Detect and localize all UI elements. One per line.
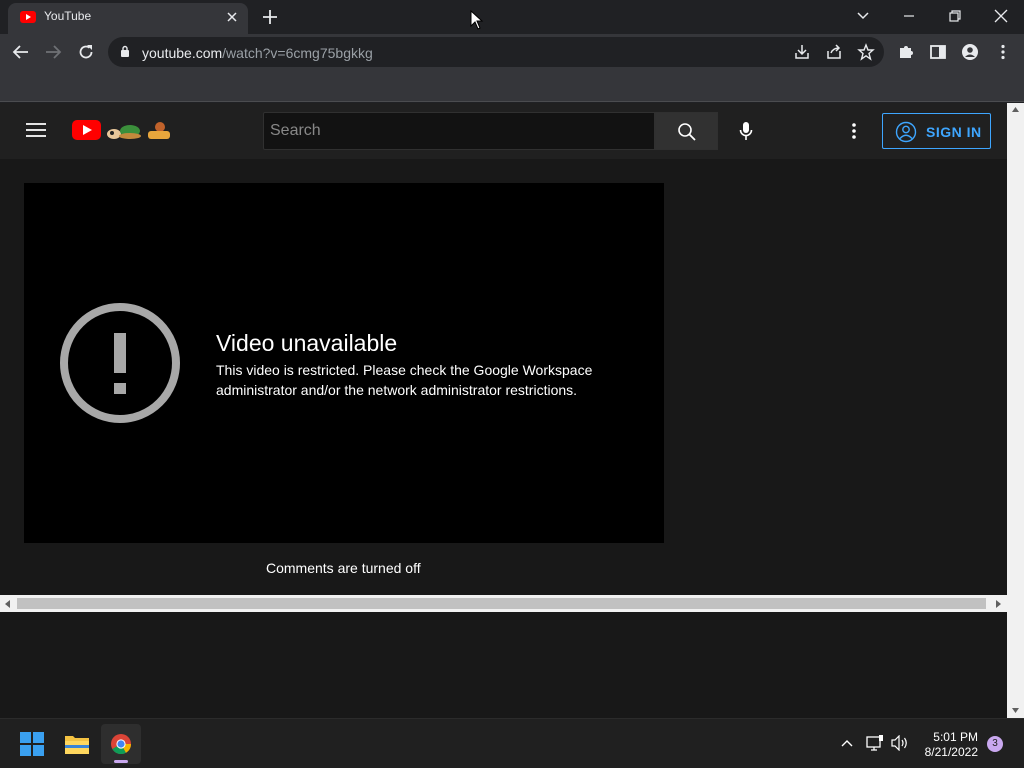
- forward-icon[interactable]: [44, 43, 62, 61]
- settings-more-icon[interactable]: [846, 122, 862, 140]
- vertical-scrollbar[interactable]: [1007, 103, 1024, 718]
- tab-title: YouTube: [44, 9, 92, 23]
- share-icon[interactable]: [825, 43, 843, 61]
- youtube-favicon-icon: [20, 11, 36, 23]
- file-explorer-icon[interactable]: [64, 733, 90, 755]
- youtube-doodle-logo[interactable]: [72, 119, 172, 141]
- search-icon: [678, 123, 696, 141]
- url-host: youtube.com: [142, 45, 223, 61]
- restore-icon[interactable]: [944, 5, 966, 27]
- new-tab-icon[interactable]: [261, 8, 279, 26]
- url-path: /watch?v=6cmg75bgkkg: [222, 45, 373, 61]
- search-button[interactable]: [655, 112, 718, 150]
- back-icon[interactable]: [12, 43, 30, 61]
- show-hidden-icons-icon[interactable]: [841, 738, 853, 748]
- volume-icon[interactable]: [891, 735, 909, 751]
- clock-time[interactable]: 5:01 PM: [922, 730, 978, 744]
- comments-status: Comments are turned off: [266, 560, 421, 576]
- error-alert-icon: [60, 303, 180, 423]
- sign-in-label: SIGN IN: [926, 124, 982, 140]
- tab-search-icon[interactable]: [852, 5, 874, 27]
- active-app-indicator: [114, 760, 128, 763]
- bookmark-star-icon[interactable]: [857, 43, 875, 61]
- minimize-icon[interactable]: [898, 5, 920, 27]
- close-window-icon[interactable]: [990, 5, 1012, 27]
- network-icon[interactable]: [866, 735, 884, 751]
- install-app-icon[interactable]: [793, 43, 811, 61]
- scroll-up-arrow-icon: [1012, 107, 1019, 112]
- chrome-icon: [111, 734, 132, 755]
- clock-date[interactable]: 8/21/2022: [918, 745, 978, 759]
- lock-icon[interactable]: [120, 45, 130, 58]
- scroll-down-arrow-icon: [1012, 708, 1019, 713]
- error-message: This video is restricted. Please check t…: [216, 362, 593, 398]
- side-panel-icon[interactable]: [929, 43, 947, 61]
- chrome-taskbar-button[interactable]: [101, 724, 141, 764]
- scroll-right-arrow-icon[interactable]: [994, 599, 1002, 609]
- mouse-cursor-icon: [470, 10, 484, 30]
- reload-icon[interactable]: [77, 43, 95, 61]
- search-input[interactable]: [263, 112, 655, 150]
- scroll-left-arrow-icon[interactable]: [4, 599, 12, 609]
- hamburger-menu-icon[interactable]: [26, 122, 46, 138]
- bookmarks-bar: [0, 70, 1024, 102]
- notification-badge[interactable]: 3: [987, 736, 1003, 752]
- tab-close-icon[interactable]: [224, 9, 240, 25]
- horizontal-scroll-thumb[interactable]: [17, 598, 986, 609]
- chrome-menu-icon[interactable]: [994, 43, 1012, 61]
- account-icon: [895, 121, 917, 143]
- windows-start-icon[interactable]: [20, 732, 44, 756]
- extensions-puzzle-icon[interactable]: [897, 43, 915, 61]
- url-text[interactable]: youtube.com/watch?v=6cmg75bgkkg: [142, 45, 373, 61]
- page-lower-area: [0, 612, 1007, 718]
- voice-search-icon[interactable]: [739, 120, 753, 142]
- error-title: Video unavailable: [216, 330, 398, 356]
- profile-avatar-icon[interactable]: [961, 43, 979, 61]
- search-placeholder: Search: [270, 122, 321, 139]
